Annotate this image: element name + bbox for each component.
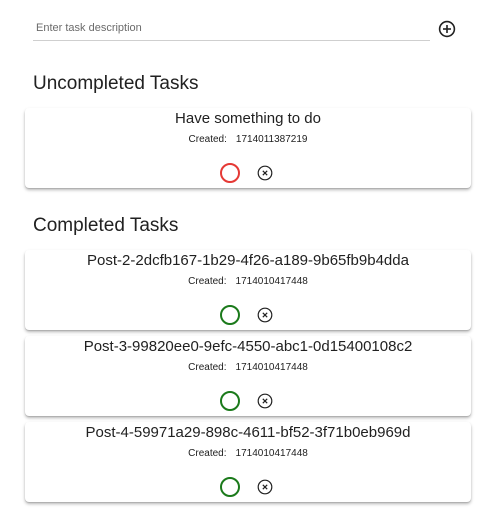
created-label: Created: (188, 448, 227, 459)
add-task-button[interactable] (438, 20, 456, 38)
close-circle-icon (257, 307, 273, 323)
created-label: Created: (188, 134, 227, 145)
delete-task-button[interactable] (257, 165, 273, 181)
task-description-input[interactable] (33, 16, 430, 41)
created-timestamp: 1714010417448 (235, 448, 308, 459)
task-card: Have something to do Created: 171401138721… (25, 108, 471, 188)
task-created-info: Created: 1714010417448 (25, 276, 471, 287)
task-created-info: Created: 1714010417448 (25, 362, 471, 373)
add-circle-icon (438, 20, 456, 38)
task-card: Post-2-2dcfb167-1b29-4f26-a189-9b65fb9b4… (25, 250, 471, 330)
mark-uncompleted-button[interactable] (220, 477, 240, 497)
delete-task-button[interactable] (257, 479, 273, 495)
uncompleted-tasks-heading: Uncompleted Tasks (33, 73, 199, 94)
close-circle-icon (257, 479, 273, 495)
task-card: Post-4-59971a29-898c-4611-bf52-3f71b0eb9… (25, 422, 471, 502)
task-title: Post-4-59971a29-898c-4611-bf52-3f71b0eb9… (85, 424, 411, 441)
task-created-info: Created: 1714010417448 (25, 448, 471, 459)
mark-completed-button[interactable] (220, 163, 240, 183)
task-title: Post-3-99820ee0-9efc-4550-abc1-0d1540010… (83, 338, 413, 355)
mark-uncompleted-button[interactable] (220, 391, 240, 411)
task-title: Have something to do (175, 110, 321, 127)
close-circle-icon (257, 165, 273, 181)
completed-tasks-heading: Completed Tasks (33, 215, 179, 236)
delete-task-button[interactable] (257, 393, 273, 409)
created-label: Created: (188, 276, 227, 287)
mark-uncompleted-button[interactable] (220, 305, 240, 325)
created-label: Created: (188, 362, 227, 373)
todo-page: Uncompleted Tasks Have something to do Cr… (0, 0, 495, 512)
task-created-info: Created: 1714011387219 (25, 134, 471, 145)
created-timestamp: 1714011387219 (235, 134, 308, 145)
delete-task-button[interactable] (257, 307, 273, 323)
created-timestamp: 1714010417448 (235, 276, 308, 287)
task-card: Post-3-99820ee0-9efc-4550-abc1-0d1540010… (25, 336, 471, 416)
close-circle-icon (257, 393, 273, 409)
new-task-row (33, 16, 469, 42)
created-timestamp: 1714010417448 (235, 362, 308, 373)
task-title: Post-2-2dcfb167-1b29-4f26-a189-9b65fb9b4… (87, 252, 409, 269)
